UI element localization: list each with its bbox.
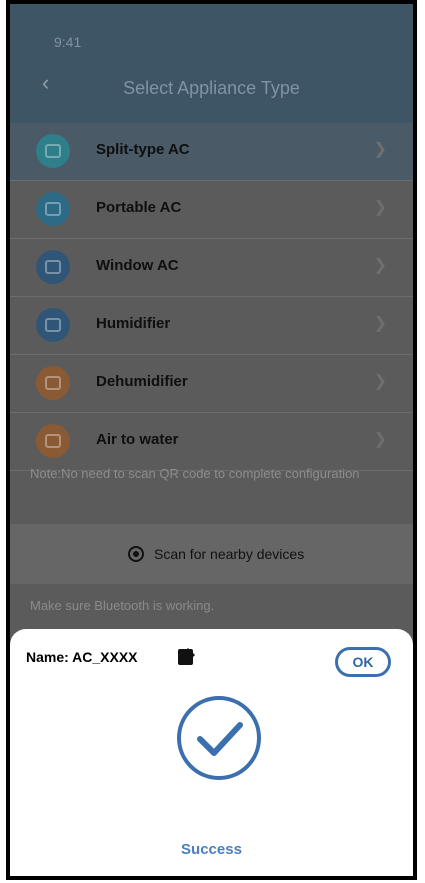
humidifier-icon — [36, 308, 70, 342]
success-label: Success — [181, 841, 242, 858]
list-item-air-to-water[interactable]: Air to water ❯ — [10, 413, 413, 471]
list-item-window-ac[interactable]: Window AC ❯ — [10, 239, 413, 297]
scan-nearby-button[interactable]: Scan for nearby devices — [10, 524, 413, 584]
list-item-portable-ac[interactable]: Portable AC ❯ — [10, 181, 413, 239]
chevron-right-icon: ❯ — [373, 315, 387, 332]
device-name-label: Name: AC_XXXX — [26, 649, 138, 665]
split-ac-icon — [36, 134, 70, 168]
scan-label: Scan for nearby devices — [154, 546, 305, 562]
list-item-dehumidifier[interactable]: Dehumidifier ❯ — [10, 355, 413, 413]
edit-icon[interactable] — [176, 645, 198, 667]
list-item-humidifier[interactable]: Humidifier ❯ — [10, 297, 413, 355]
chevron-right-icon: ❯ — [373, 199, 387, 216]
list-item-label: Humidifier — [96, 315, 171, 332]
chevron-right-icon: ❯ — [373, 141, 387, 158]
app-header: 9:41 ‹ Select Appliance Type — [10, 4, 413, 137]
success-check-icon — [177, 696, 261, 780]
list-item-label: Split-type AC — [96, 141, 190, 158]
portable-ac-icon — [36, 192, 70, 226]
chevron-right-icon: ❯ — [373, 431, 387, 448]
list-item-split-ac[interactable]: Split-type AC ❯ — [10, 123, 413, 181]
bluetooth-scan-icon — [128, 546, 144, 562]
list-item-label: Window AC — [96, 257, 179, 274]
bluetooth-hint: Make sure Bluetooth is working. — [30, 598, 215, 613]
list-item-label: Air to water — [96, 431, 179, 448]
config-note: Note:No need to scan QR code to complete… — [30, 466, 360, 481]
list-item-label: Dehumidifier — [96, 373, 188, 390]
page-title: Select Appliance Type — [123, 78, 300, 98]
phone-screen: 9:41 ‹ Select Appliance Type Split-type … — [6, 0, 417, 880]
chevron-right-icon: ❯ — [373, 257, 387, 274]
dehumidifier-icon — [36, 366, 70, 400]
ok-button[interactable]: OK — [335, 647, 391, 677]
status-time: 9:41 — [54, 34, 82, 50]
chevron-right-icon: ❯ — [373, 373, 387, 390]
air-to-water-icon — [36, 424, 70, 458]
list-item-label: Portable AC — [96, 199, 182, 216]
window-ac-icon — [36, 250, 70, 284]
success-dialog: Name: AC_XXXX OK Success — [10, 629, 413, 876]
